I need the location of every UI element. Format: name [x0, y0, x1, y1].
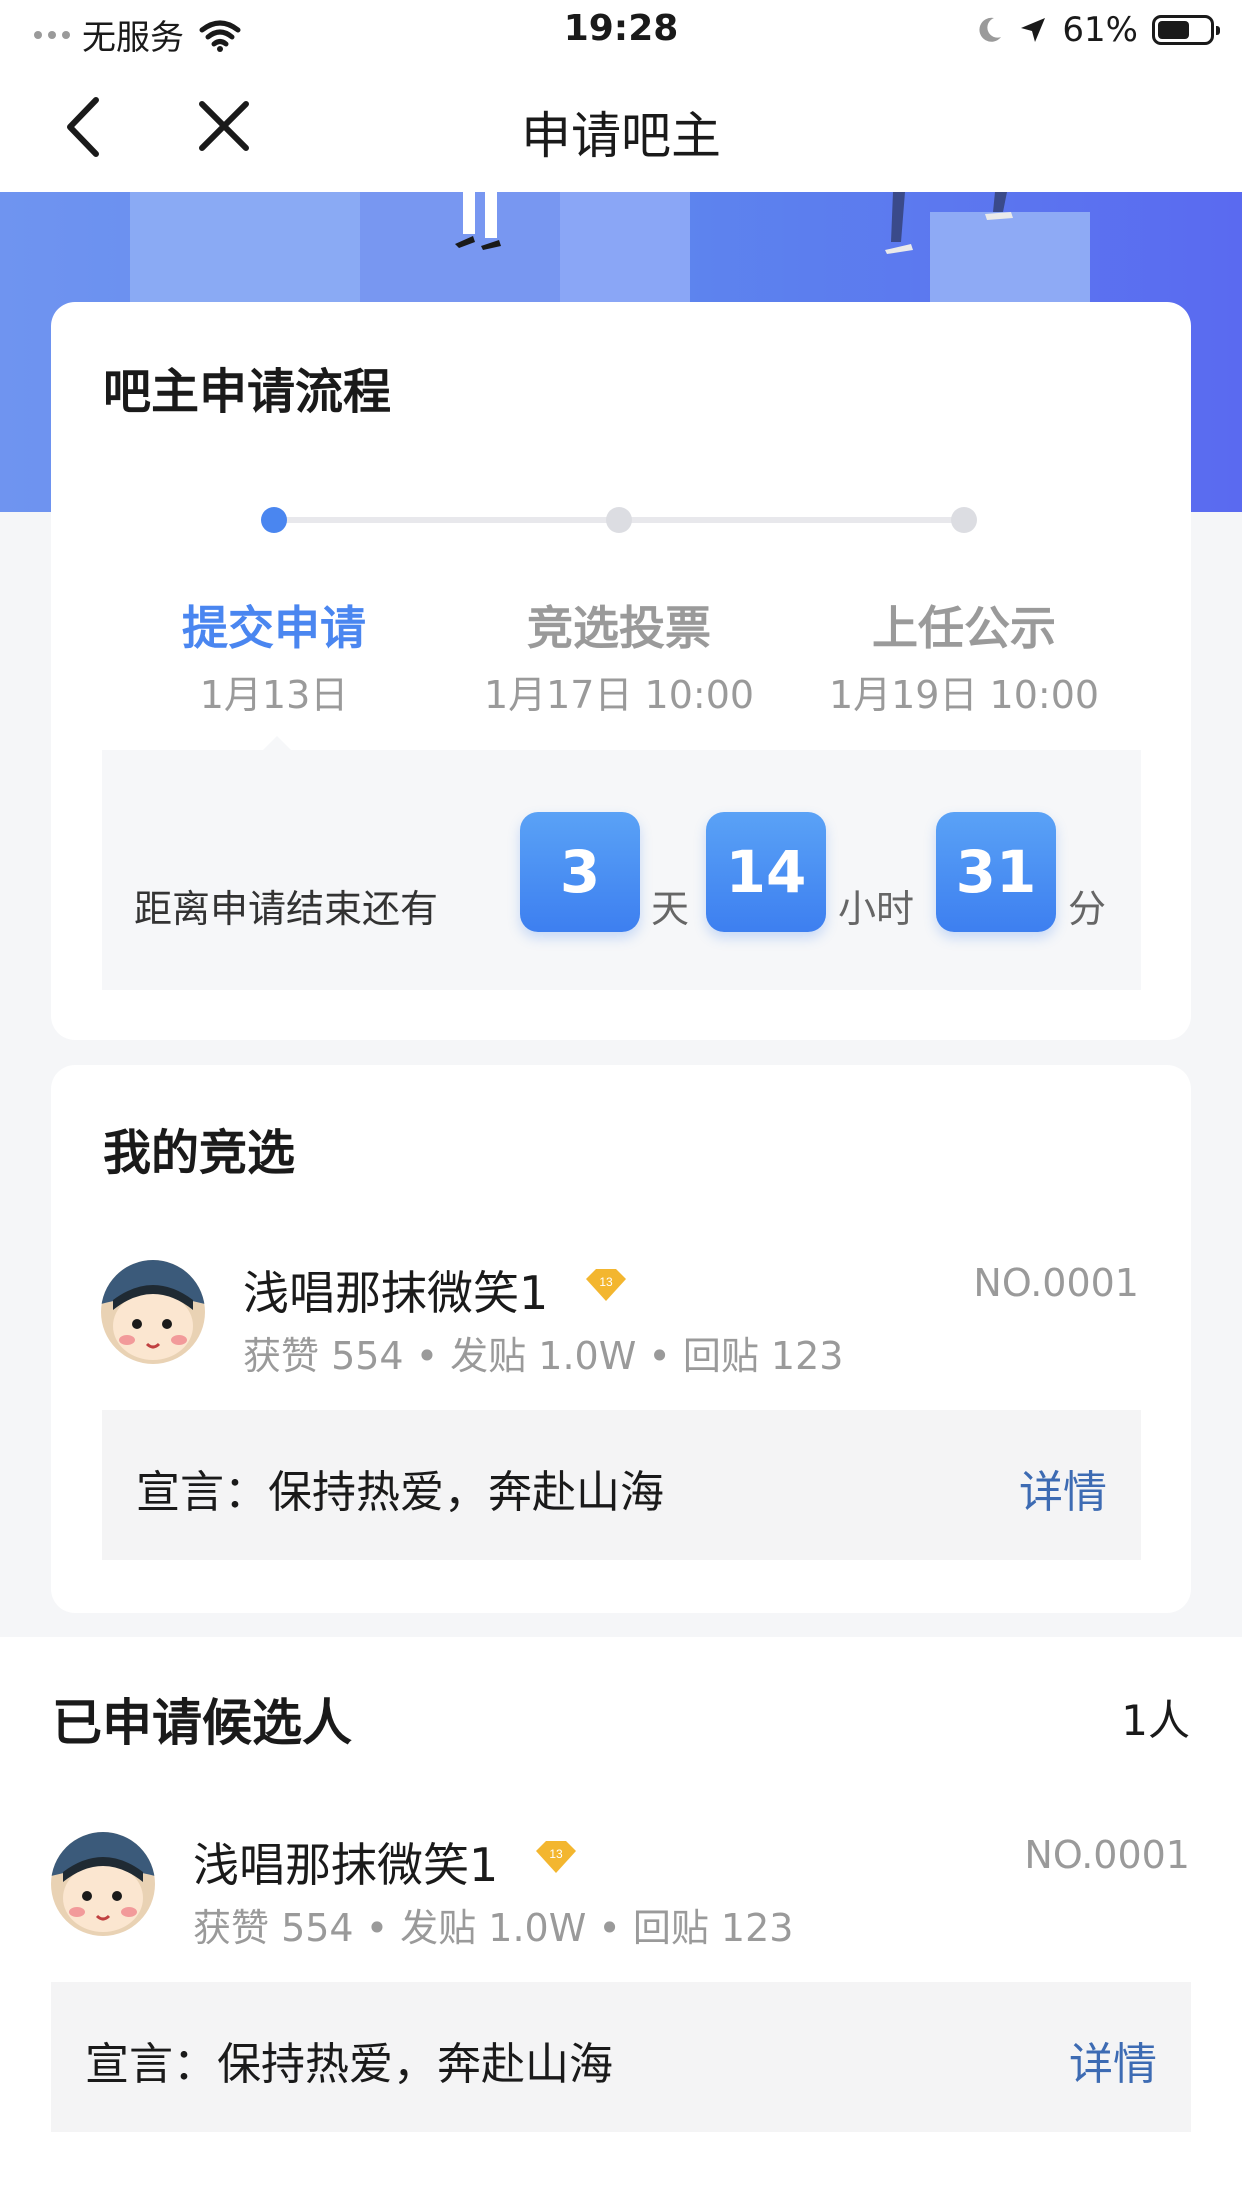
detail-link[interactable]: 详情	[1069, 2028, 1157, 2092]
my-campaign-card: 我的竞选 浅唱那抹微笑1 13 NO.0001 获赞 554 • 发贴 1.0W…	[51, 1065, 1191, 1613]
step-name-2: 竞选投票	[527, 601, 711, 655]
countdown-panel: 距离申请结束还有 3 天 14 小时 31 分	[102, 750, 1141, 990]
countdown-label: 距离申请结束还有	[134, 887, 439, 931]
avatar[interactable]	[101, 1260, 205, 1364]
avatar-image	[51, 1832, 155, 1936]
status-bar: 无服务 19:28 61%	[0, 0, 1242, 64]
level-badge-text: 13	[549, 1847, 563, 1861]
candidate-number: NO.0001	[1024, 1833, 1190, 1877]
status-right: 61%	[974, 10, 1220, 50]
battery-icon	[1152, 15, 1220, 45]
slogan-text: 宣言：保持热爱，奔赴山海	[85, 2039, 613, 2090]
slogan-text: 宣言：保持热爱，奔赴山海	[136, 1467, 664, 1518]
location-arrow-icon	[1021, 18, 1046, 42]
candidate-name: 浅唱那抹微笑1	[193, 1838, 499, 1892]
candidate-stats: 获赞 554 • 发贴 1.0W • 回贴 123	[193, 1906, 794, 1950]
slogan-panel: 宣言：保持热爱，奔赴山海 详情	[51, 1982, 1191, 2132]
slogan-panel: 宣言：保持热爱，奔赴山海 详情	[102, 1410, 1141, 1560]
applicants-section: 已申请候选人 1人 浅唱那抹微笑1 13 NO.0001 获赞 554 • 发贴…	[0, 1637, 1242, 2208]
battery-fill	[1158, 21, 1189, 39]
page-title: 申请吧主	[521, 107, 721, 165]
applicants-count: 1人	[1121, 1696, 1190, 1745]
countdown-days: 3	[520, 812, 640, 932]
my-campaign-title: 我的竞选	[103, 1125, 296, 1181]
avatar-image	[101, 1260, 205, 1364]
applicants-title: 已申请候选人	[52, 1694, 352, 1752]
nav-bar: 申请吧主	[0, 64, 1242, 192]
countdown-hours: 14	[706, 812, 826, 932]
figure-illustration	[885, 192, 1013, 254]
countdown-minutes-unit: 分	[1068, 887, 1107, 931]
step-dot-1	[261, 507, 287, 533]
process-title: 吧主申请流程	[103, 364, 392, 420]
step-date-3: 1月19日 10:00	[828, 673, 1100, 717]
step-dot-3	[951, 507, 977, 533]
countdown-days-unit: 天	[651, 887, 690, 931]
step-date-2: 1月17日 10:00	[483, 673, 755, 717]
process-card: 吧主申请流程 提交申请 竞选投票 上任公示 1月13日 1月17日 10:00 …	[51, 302, 1191, 1040]
step-name-3: 上任公示	[872, 601, 1056, 655]
step-name-1: 提交申请	[182, 601, 366, 655]
countdown-hours-unit: 小时	[838, 887, 915, 931]
step-date-1: 1月13日	[199, 673, 349, 717]
candidate-number: NO.0001	[973, 1261, 1139, 1305]
moon-icon	[979, 17, 1002, 42]
candidate-stats: 获赞 554 • 发贴 1.0W • 回贴 123	[243, 1334, 844, 1378]
banner-block	[130, 192, 360, 302]
candidate-name: 浅唱那抹微笑1	[243, 1266, 549, 1320]
banner-block	[560, 192, 690, 302]
detail-link[interactable]: 详情	[1019, 1456, 1107, 1520]
figure-illustration	[455, 192, 501, 250]
level-badge-icon: 13	[536, 1841, 576, 1873]
avatar[interactable]	[51, 1832, 155, 1936]
step-dot-2	[606, 507, 632, 533]
level-badge-text: 13	[599, 1275, 613, 1289]
level-badge-icon: 13	[586, 1269, 626, 1301]
battery-percent: 61%	[1062, 10, 1138, 50]
countdown-minutes: 31	[936, 812, 1056, 932]
